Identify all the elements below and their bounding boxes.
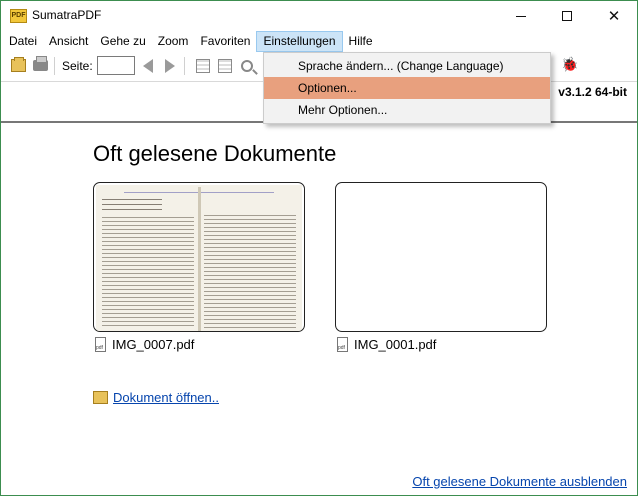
frequently-read-title: Oft gelesene Dokumente (93, 141, 337, 166)
menu-item-change-language[interactable]: Sprache ändern... (Change Language) (264, 55, 550, 77)
menu-einstellungen[interactable]: Einstellungen (256, 31, 343, 52)
menu-datei[interactable]: Datei (3, 31, 43, 52)
app-logo-icon: PDF (10, 9, 27, 23)
find-button[interactable] (238, 57, 256, 75)
fit-page-icon (195, 58, 210, 73)
recent-file-entry[interactable]: IMG_0001.pdf (337, 337, 436, 352)
recent-file-entry[interactable]: IMG_0007.pdf (95, 337, 194, 352)
minimize-icon (516, 15, 526, 17)
toolbar-separator (54, 56, 55, 75)
open-folder-icon (10, 57, 26, 72)
document-page-preview (96, 185, 302, 331)
file-name: IMG_0001.pdf (354, 337, 437, 352)
menu-bar: Datei Ansicht Gehe zu Zoom Favoriten Ein… (1, 31, 637, 52)
document-thumbnail[interactable] (335, 182, 547, 332)
arrow-right-icon (164, 58, 175, 73)
fit-page-button[interactable] (194, 57, 212, 75)
pdf-file-icon (95, 337, 106, 352)
print-icon (32, 56, 48, 71)
page-number-input[interactable] (96, 56, 135, 75)
file-name: IMG_0007.pdf (112, 337, 195, 352)
menu-gehe-zu[interactable]: Gehe zu (94, 31, 151, 52)
open-document-link-row[interactable]: Dokument öffnen.. (93, 390, 219, 405)
document-thumbnail[interactable] (93, 182, 305, 332)
page-gutter (198, 187, 201, 331)
menu-item-options[interactable]: Optionen... (264, 77, 550, 99)
app-window: PDF SumatraPDF ✕ Datei Ansicht Gehe zu Z… (0, 0, 638, 496)
previous-page-button[interactable] (139, 57, 157, 75)
minimize-button[interactable] (498, 1, 544, 31)
page-heading-lines (102, 199, 162, 211)
maximize-icon (562, 11, 572, 21)
open-file-button[interactable] (9, 57, 27, 75)
arrow-left-icon (142, 58, 153, 73)
text-column (102, 217, 194, 327)
menu-favoriten[interactable]: Favoriten (194, 31, 256, 52)
fit-width-button[interactable] (216, 57, 234, 75)
text-column (204, 215, 296, 331)
close-icon: ✕ (607, 7, 621, 25)
close-button[interactable]: ✕ (591, 1, 637, 31)
menu-ansicht[interactable]: Ansicht (43, 31, 94, 52)
menu-zoom[interactable]: Zoom (152, 31, 195, 52)
maximize-button[interactable] (544, 1, 590, 31)
print-button[interactable] (31, 56, 49, 75)
sumatra-bug-icon[interactable]: 🐞 (561, 56, 578, 72)
search-icon (240, 59, 253, 72)
title-bar[interactable]: PDF SumatraPDF ✕ (1, 1, 637, 31)
menu-hilfe[interactable]: Hilfe (343, 31, 379, 52)
page-label: Seite: (62, 58, 93, 73)
pdf-file-icon (337, 337, 348, 352)
fit-width-icon (217, 58, 232, 73)
window-title: SumatraPDF (32, 8, 102, 22)
version-label: v3.1.2 64-bit (558, 85, 627, 99)
open-document-link[interactable]: Dokument öffnen.. (113, 390, 219, 405)
settings-dropdown-menu: Sprache ändern... (Change Language) Opti… (263, 52, 551, 124)
menu-item-more-options[interactable]: Mehr Optionen... (264, 99, 550, 121)
folder-icon (93, 391, 108, 404)
toolbar-separator (183, 56, 185, 75)
next-page-button[interactable] (161, 57, 179, 75)
hide-frequent-documents-link[interactable]: Oft gelesene Dokumente ausblenden (412, 474, 627, 489)
